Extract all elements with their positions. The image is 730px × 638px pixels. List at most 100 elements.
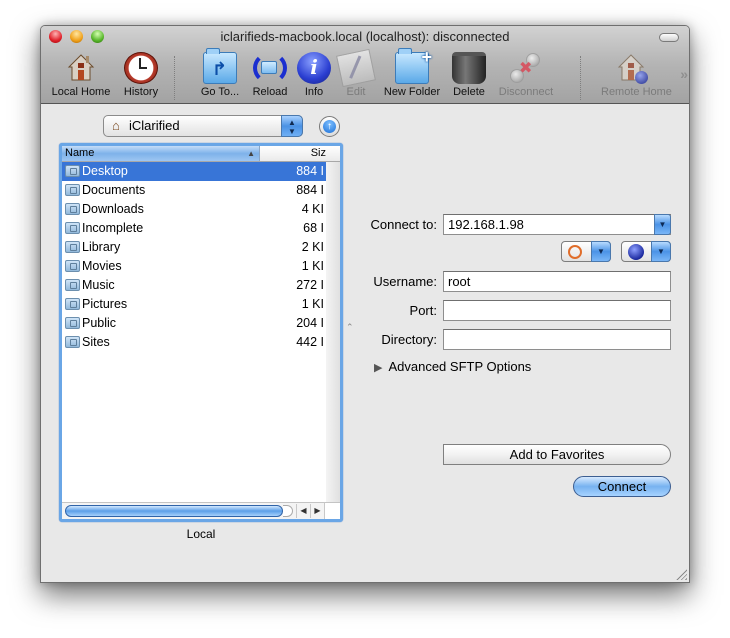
directory-label: Directory: xyxy=(381,332,437,347)
folder-icon xyxy=(65,165,80,177)
file-name: Library xyxy=(82,240,121,254)
goto-folder-icon: ↱ xyxy=(203,48,237,84)
toolbar-toggle-button[interactable] xyxy=(659,33,679,42)
file-row[interactable]: Pictures 1 KI xyxy=(62,295,326,314)
toolbar-history[interactable]: History xyxy=(111,52,171,98)
connect-to-label: Connect to: xyxy=(370,217,438,232)
username-field[interactable]: root xyxy=(443,271,671,292)
file-size: 4 KI xyxy=(301,202,324,216)
remote-home-icon xyxy=(614,52,648,84)
network-popup[interactable]: ▼ xyxy=(621,241,671,262)
file-size: 272 I xyxy=(296,278,324,292)
file-row[interactable]: Sites 442 I xyxy=(62,333,326,352)
disclosure-triangle-icon: ▶ xyxy=(374,362,383,374)
connect-to-combobox[interactable]: 192.168.1.98 ▼ xyxy=(443,214,671,235)
toolbar-separator xyxy=(580,56,581,100)
file-size: 884 I xyxy=(296,183,324,197)
toolbar-separator xyxy=(174,56,175,100)
file-size: 68 I xyxy=(303,221,324,235)
new-folder-icon: + xyxy=(395,47,432,84)
file-rows: Desktop 884 I Documents 884 I Downloads 4 KI I… xyxy=(62,162,326,352)
folder-icon xyxy=(65,184,80,196)
edit-icon xyxy=(336,48,376,88)
sort-ascending-icon: ▲ xyxy=(247,149,255,158)
resize-grip-icon[interactable] xyxy=(676,569,687,580)
folder-icon xyxy=(65,336,80,348)
file-name: Documents xyxy=(82,183,146,197)
scroll-left-button[interactable]: ◀ xyxy=(296,504,310,518)
app-window: iclarifieds-macbook.local (localhost): d… xyxy=(40,25,690,583)
horizontal-scrollbar[interactable]: ◀ ▶ xyxy=(62,502,340,519)
combobox-dropdown-icon[interactable]: ▼ xyxy=(654,214,671,235)
file-row[interactable]: Incomplete 68 I xyxy=(62,219,326,238)
advanced-sftp-disclosure[interactable]: ▶ Advanced SFTP Options xyxy=(374,359,531,374)
add-to-favorites-button[interactable]: Add to Favorites xyxy=(443,444,671,465)
file-row[interactable]: Library 2 KI xyxy=(62,238,326,257)
toolbar-disconnect[interactable]: ✖ Disconnect xyxy=(496,52,556,98)
file-name: Music xyxy=(82,278,115,292)
toolbar-overflow-button[interactable]: » xyxy=(680,66,688,82)
file-name: Incomplete xyxy=(82,221,144,235)
file-row[interactable]: Desktop 884 I xyxy=(62,162,326,181)
path-popup-value: iClarified xyxy=(129,118,180,133)
parent-folder-button[interactable]: ↑ xyxy=(319,116,340,137)
folder-icon xyxy=(65,279,80,291)
file-size: 884 I xyxy=(296,164,324,178)
folder-icon xyxy=(65,203,80,215)
local-home-icon xyxy=(64,52,98,84)
file-row[interactable]: Movies 1 KI xyxy=(62,257,326,276)
folder-icon xyxy=(65,298,80,310)
disconnect-icon: ✖ xyxy=(509,52,543,84)
file-name: Sites xyxy=(82,335,110,349)
history-clock-icon xyxy=(124,52,158,84)
scroll-corner xyxy=(324,502,340,519)
file-row[interactable]: Public 204 I xyxy=(62,314,326,333)
toolbar-delete[interactable]: Delete xyxy=(439,52,499,98)
chevron-down-icon: ▼ xyxy=(591,241,611,262)
trash-icon xyxy=(452,52,486,84)
bonjour-icon xyxy=(568,245,582,259)
globe-icon xyxy=(628,244,644,260)
toolbar-local-home[interactable]: Local Home xyxy=(51,52,111,98)
up-arrow-icon: ↑ xyxy=(323,120,336,133)
local-panel-label: Local xyxy=(186,527,216,541)
folder-icon xyxy=(65,317,80,329)
file-row[interactable]: Downloads 4 KI xyxy=(62,200,326,219)
popup-stepper-icon: ▲ ▼ xyxy=(281,115,303,137)
toolbar-new-folder[interactable]: + New Folder xyxy=(382,47,442,98)
chevron-down-icon: ▼ xyxy=(651,241,671,262)
connect-button[interactable]: Connect xyxy=(573,476,671,497)
column-header-name[interactable]: Name ▲ xyxy=(62,146,260,161)
port-field[interactable] xyxy=(443,300,671,321)
folder-icon xyxy=(65,241,80,253)
directory-field[interactable] xyxy=(443,329,671,350)
file-row[interactable]: Music 272 I xyxy=(62,276,326,295)
file-size: 204 I xyxy=(296,316,324,330)
file-name: Public xyxy=(82,316,117,330)
toolbar: Local Home History ↱ Go To... Reload i I… xyxy=(41,47,689,104)
folder-icon xyxy=(65,222,80,234)
file-size: 2 KI xyxy=(301,240,324,254)
file-row[interactable]: Documents 884 I xyxy=(62,181,326,200)
file-size: 1 KI xyxy=(301,259,324,273)
toolbar-remote-home[interactable]: Remote Home xyxy=(601,52,672,98)
window-title: iclarifieds-macbook.local (localhost): d… xyxy=(220,29,510,44)
scroll-right-button[interactable]: ▶ xyxy=(310,504,324,518)
list-header: Name ▲ Siz xyxy=(62,146,340,162)
toolbar-edit[interactable]: Edit xyxy=(326,48,386,98)
title-bar: iclarifieds-macbook.local (localhost): d… xyxy=(41,26,689,104)
username-label: Username: xyxy=(373,274,437,289)
local-file-list[interactable]: Name ▲ Siz Desktop 884 I Documents 884 I Dow… xyxy=(59,143,343,522)
reload-icon xyxy=(253,52,287,84)
bonjour-popup[interactable]: ▼ xyxy=(561,241,611,262)
file-name: Pictures xyxy=(82,297,128,311)
vertical-scroll-gutter xyxy=(326,162,340,502)
file-name: Desktop xyxy=(82,164,128,178)
path-popup[interactable]: ⌂ iClarified ▲ ▼ xyxy=(103,115,303,137)
column-header-size[interactable]: Siz xyxy=(260,146,340,161)
file-name: Downloads xyxy=(82,202,144,216)
folder-icon xyxy=(65,260,80,272)
scroll-thumb[interactable] xyxy=(65,505,283,517)
file-name: Movies xyxy=(82,259,122,273)
file-size: 442 I xyxy=(296,335,324,349)
